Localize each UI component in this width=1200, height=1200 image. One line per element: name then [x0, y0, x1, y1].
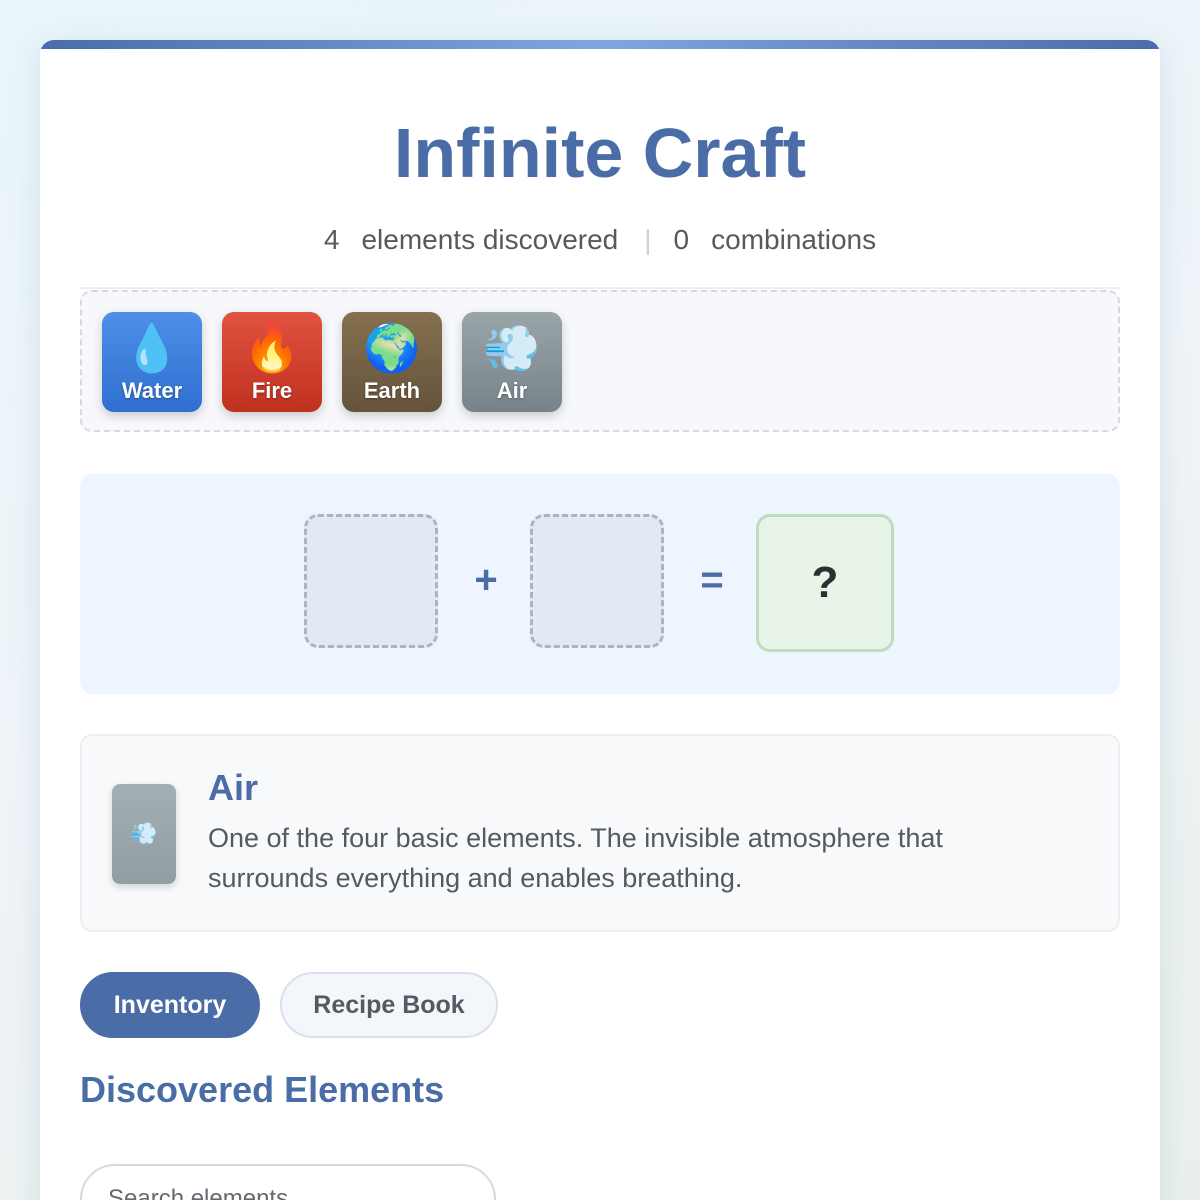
- elements-count: 4: [323, 224, 340, 255]
- element-label: Fire: [251, 378, 293, 403]
- craft-slot-2[interactable]: [530, 514, 664, 648]
- element-tray: 💧 Water 🔥 Fire 🌍 Earth 💨 Air: [80, 290, 1120, 432]
- tab-recipe-book[interactable]: Recipe Book: [280, 972, 498, 1038]
- element-label: Water: [121, 378, 183, 403]
- flame-icon: 🔥: [243, 322, 301, 374]
- element-info-panel: 💨 Air One of the four basic elements. Th…: [80, 734, 1120, 932]
- section-title: Discovered Elements: [80, 1069, 445, 1110]
- accent-bar: [40, 40, 1160, 49]
- stats-line: 4 elements discovered | 0 combinations: [40, 224, 1160, 256]
- wind-icon: 💨: [483, 322, 541, 374]
- wind-icon: 💨: [112, 784, 176, 884]
- craft-slot-1[interactable]: [304, 514, 438, 648]
- element-tile-fire[interactable]: 🔥 Fire: [222, 312, 322, 412]
- combinations-label: combinations: [711, 224, 877, 255]
- search-input[interactable]: [80, 1164, 496, 1200]
- craft-result: ?: [756, 514, 894, 652]
- water-drop-icon: 💧: [123, 322, 181, 374]
- element-info-description: One of the four basic elements. The invi…: [208, 823, 943, 893]
- element-info-name: Air: [208, 767, 259, 808]
- header-divider: [80, 287, 1120, 289]
- element-label: Air: [496, 378, 528, 403]
- globe-icon: 🌍: [363, 322, 421, 374]
- tab-inventory[interactable]: Inventory: [80, 972, 260, 1038]
- equals-sign: =: [700, 558, 724, 602]
- plus-sign: +: [474, 558, 498, 602]
- element-tile-water[interactable]: 💧 Water: [102, 312, 202, 412]
- element-label: Earth: [363, 378, 421, 403]
- game-card: Infinite Craft 4 elements discovered | 0 com…: [40, 40, 1160, 1200]
- crafting-workspace: + = ?: [80, 474, 1120, 694]
- combinations-count: 0: [673, 224, 690, 255]
- page-title: Infinite Craft: [393, 114, 807, 192]
- element-tile-air[interactable]: 💨 Air: [462, 312, 562, 412]
- stats-separator: |: [644, 224, 652, 255]
- elements-label: elements discovered: [361, 224, 619, 255]
- element-tile-earth[interactable]: 🌍 Earth: [342, 312, 442, 412]
